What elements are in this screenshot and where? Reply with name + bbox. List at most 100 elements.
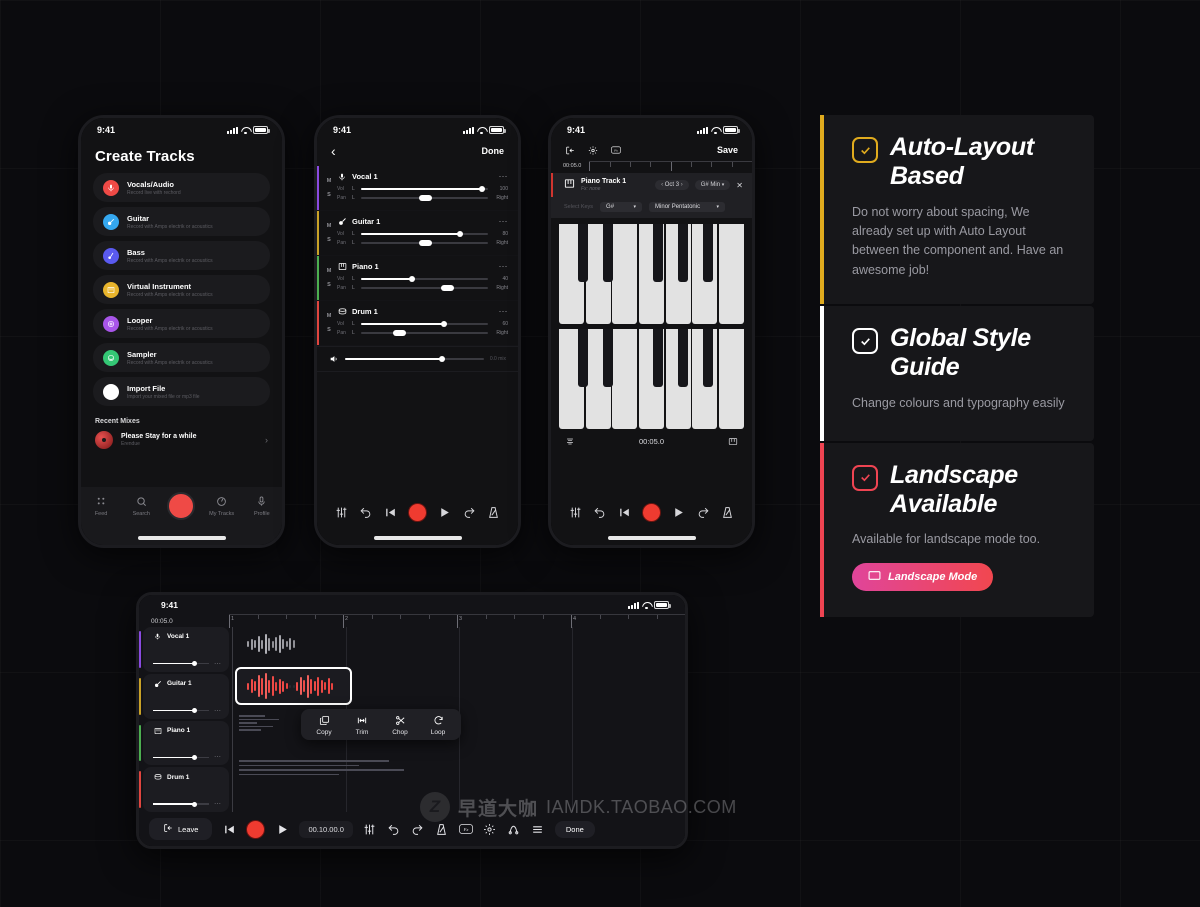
black-key[interactable] — [703, 329, 713, 387]
fx-icon[interactable]: Fx — [611, 145, 621, 155]
play-icon[interactable] — [438, 505, 452, 519]
solo-button[interactable]: S — [327, 237, 331, 243]
tab-search[interactable]: Search — [122, 494, 160, 517]
track-header-drum[interactable]: Drum 1 ⋯ — [139, 767, 229, 812]
more-horizontal-icon[interactable]: ⋯ — [214, 660, 221, 668]
octave-selector[interactable]: ‹ Oct 3 › — [655, 180, 689, 190]
track-option-bass[interactable]: Bass Record with Amps electrik or acoust… — [93, 241, 270, 270]
white-key[interactable] — [718, 224, 744, 324]
scale-dropdown[interactable]: Minor Pentatonic ▾ — [649, 202, 726, 212]
undo-icon[interactable] — [593, 505, 607, 519]
skip-back-icon[interactable] — [222, 822, 236, 836]
master-volume[interactable]: 0.0 mix — [317, 346, 518, 372]
mute-button[interactable]: M — [327, 268, 332, 274]
more-horizontal-icon[interactable]: ⋯ — [214, 800, 221, 808]
record-icon[interactable] — [167, 492, 196, 520]
black-key[interactable] — [653, 329, 663, 387]
track-option-sampler[interactable]: Sampler Record with Amps electrik or aco… — [93, 343, 270, 372]
context-chop[interactable]: Chop — [381, 714, 419, 736]
clip-grid[interactable]: Copy Trim Chop Loop — [232, 627, 685, 812]
ruler[interactable]: 1 2 3 4 — [229, 614, 685, 628]
ruler[interactable] — [589, 161, 752, 171]
solo-button[interactable]: S — [327, 192, 331, 198]
black-key[interactable] — [703, 224, 713, 282]
track-option-guitar[interactable]: Guitar Record with Amps electrik or acou… — [93, 207, 270, 236]
redo-icon[interactable] — [696, 505, 710, 519]
context-loop[interactable]: Loop — [419, 714, 457, 736]
done-button[interactable]: Done — [482, 146, 505, 156]
volume-slider[interactable] — [153, 754, 209, 760]
more-horizontal-icon[interactable]: ⋯ — [499, 306, 509, 317]
volume-slider[interactable] — [153, 661, 209, 667]
track-header-piano[interactable]: Piano 1 ⋯ — [139, 720, 229, 766]
tab-profile[interactable]: Profile — [243, 494, 281, 517]
volume-slider[interactable] — [153, 708, 209, 713]
volume-slider[interactable]: Vol L 40 — [337, 276, 508, 282]
tab-record[interactable] — [162, 492, 200, 520]
redo-icon[interactable] — [411, 822, 425, 836]
volume-slider[interactable]: Vol L 100 — [337, 186, 508, 192]
automation-icon[interactable] — [507, 822, 521, 836]
octave-upper[interactable] — [559, 224, 744, 324]
white-key[interactable] — [718, 329, 744, 429]
undo-icon[interactable] — [359, 505, 373, 519]
solo-button[interactable]: S — [327, 327, 331, 333]
record-icon[interactable] — [407, 502, 427, 522]
menu-icon[interactable] — [531, 822, 545, 836]
save-button[interactable]: Save — [717, 145, 738, 155]
context-trim[interactable]: Trim — [343, 714, 381, 736]
black-key[interactable] — [653, 224, 663, 282]
white-key[interactable] — [612, 224, 638, 324]
play-icon[interactable] — [672, 505, 686, 519]
black-key[interactable] — [678, 329, 688, 387]
more-horizontal-icon[interactable]: ⋯ — [499, 261, 509, 272]
undo-icon[interactable] — [387, 822, 401, 836]
volume-slider[interactable] — [153, 801, 209, 807]
fx-icon[interactable]: Fx — [459, 822, 473, 836]
track-option-vocals[interactable]: Vocals/Audio Record live with rechord — [93, 173, 270, 202]
play-icon[interactable] — [275, 822, 289, 836]
black-key[interactable] — [678, 224, 688, 282]
pan-slider[interactable]: Pan L Right — [337, 240, 508, 246]
clip-drum[interactable] — [233, 757, 685, 791]
skip-back-icon[interactable] — [383, 505, 397, 519]
root-key-dropdown[interactable]: G# ▾ — [600, 202, 643, 212]
track-option-import-file[interactable]: Import File Import your mixed file or mp… — [93, 377, 270, 406]
tab-my-tracks[interactable]: My Tracks — [203, 494, 241, 517]
keyboard-icon[interactable] — [728, 436, 738, 446]
redo-icon[interactable] — [462, 505, 476, 519]
context-copy[interactable]: Copy — [305, 714, 343, 736]
more-horizontal-icon[interactable]: ⋯ — [214, 707, 221, 715]
volume-slider[interactable]: Vol L 80 — [337, 231, 508, 237]
gear-icon[interactable] — [588, 145, 598, 155]
mute-button[interactable]: M — [327, 178, 332, 184]
metronome-icon[interactable] — [721, 505, 735, 519]
black-key[interactable] — [603, 224, 613, 282]
mute-button[interactable]: M — [327, 313, 332, 319]
gear-icon[interactable] — [483, 822, 497, 836]
track-option-virtual-instrument[interactable]: Virtual Instrument Record with Amps elec… — [93, 275, 270, 304]
octave-lower[interactable] — [559, 329, 744, 429]
done-button[interactable]: Done — [554, 820, 595, 838]
landscape-mode-button[interactable]: Landscape Mode — [852, 562, 994, 591]
more-horizontal-icon[interactable]: ⋯ — [499, 171, 509, 182]
record-icon[interactable] — [641, 502, 661, 522]
black-key[interactable] — [578, 224, 588, 282]
clip-vocal[interactable] — [233, 633, 685, 663]
track-header-guitar[interactable]: Guitar 1 ⋯ — [139, 673, 229, 719]
skip-back-icon[interactable] — [617, 505, 631, 519]
close-icon[interactable]: ✕ — [736, 181, 743, 190]
tuner-icon[interactable] — [565, 436, 575, 446]
key-selector[interactable]: G# Min ▾ — [694, 180, 731, 190]
mixer-icon[interactable] — [568, 505, 582, 519]
pan-slider[interactable]: Pan L Right — [337, 195, 508, 201]
volume-slider[interactable]: Vol L 60 — [337, 321, 508, 327]
metronome-icon[interactable] — [435, 822, 449, 836]
metronome-icon[interactable] — [487, 505, 501, 519]
solo-button[interactable]: S — [327, 282, 331, 288]
tab-feed[interactable]: Feed — [82, 494, 120, 517]
track-option-looper[interactable]: Looper Record with Amps electrik or acou… — [93, 309, 270, 338]
track-header-vocal[interactable]: Vocal 1 ⋯ — [139, 627, 229, 672]
leave-button[interactable]: Leave — [149, 818, 213, 840]
mixer-icon[interactable] — [334, 505, 348, 519]
